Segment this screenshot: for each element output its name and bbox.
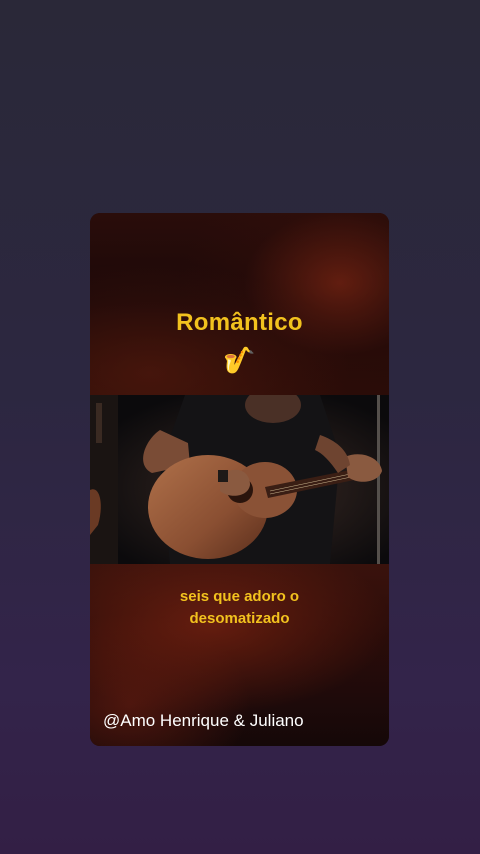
saxophone-icon: 🎷 (223, 345, 256, 375)
artist-credit[interactable]: @Amo Henrique & Juliano (103, 711, 304, 731)
card-footer-area: seis que adoro o desomatizado @Amo Henri… (90, 564, 389, 746)
lyric-line-2: desomatizado (189, 610, 290, 627)
card-title: Romântico (176, 309, 303, 336)
video-card[interactable]: Romântico 🎷 seis que adoro o desomatizad… (90, 213, 389, 746)
lyric-caption: seis que adoro o desomatizado (90, 586, 389, 630)
card-header-area: Romântico 🎷 (90, 213, 389, 395)
lyric-line-1: seis que adoro o (179, 588, 300, 605)
guitarist-image (90, 395, 389, 564)
video-frame[interactable] (90, 395, 389, 564)
